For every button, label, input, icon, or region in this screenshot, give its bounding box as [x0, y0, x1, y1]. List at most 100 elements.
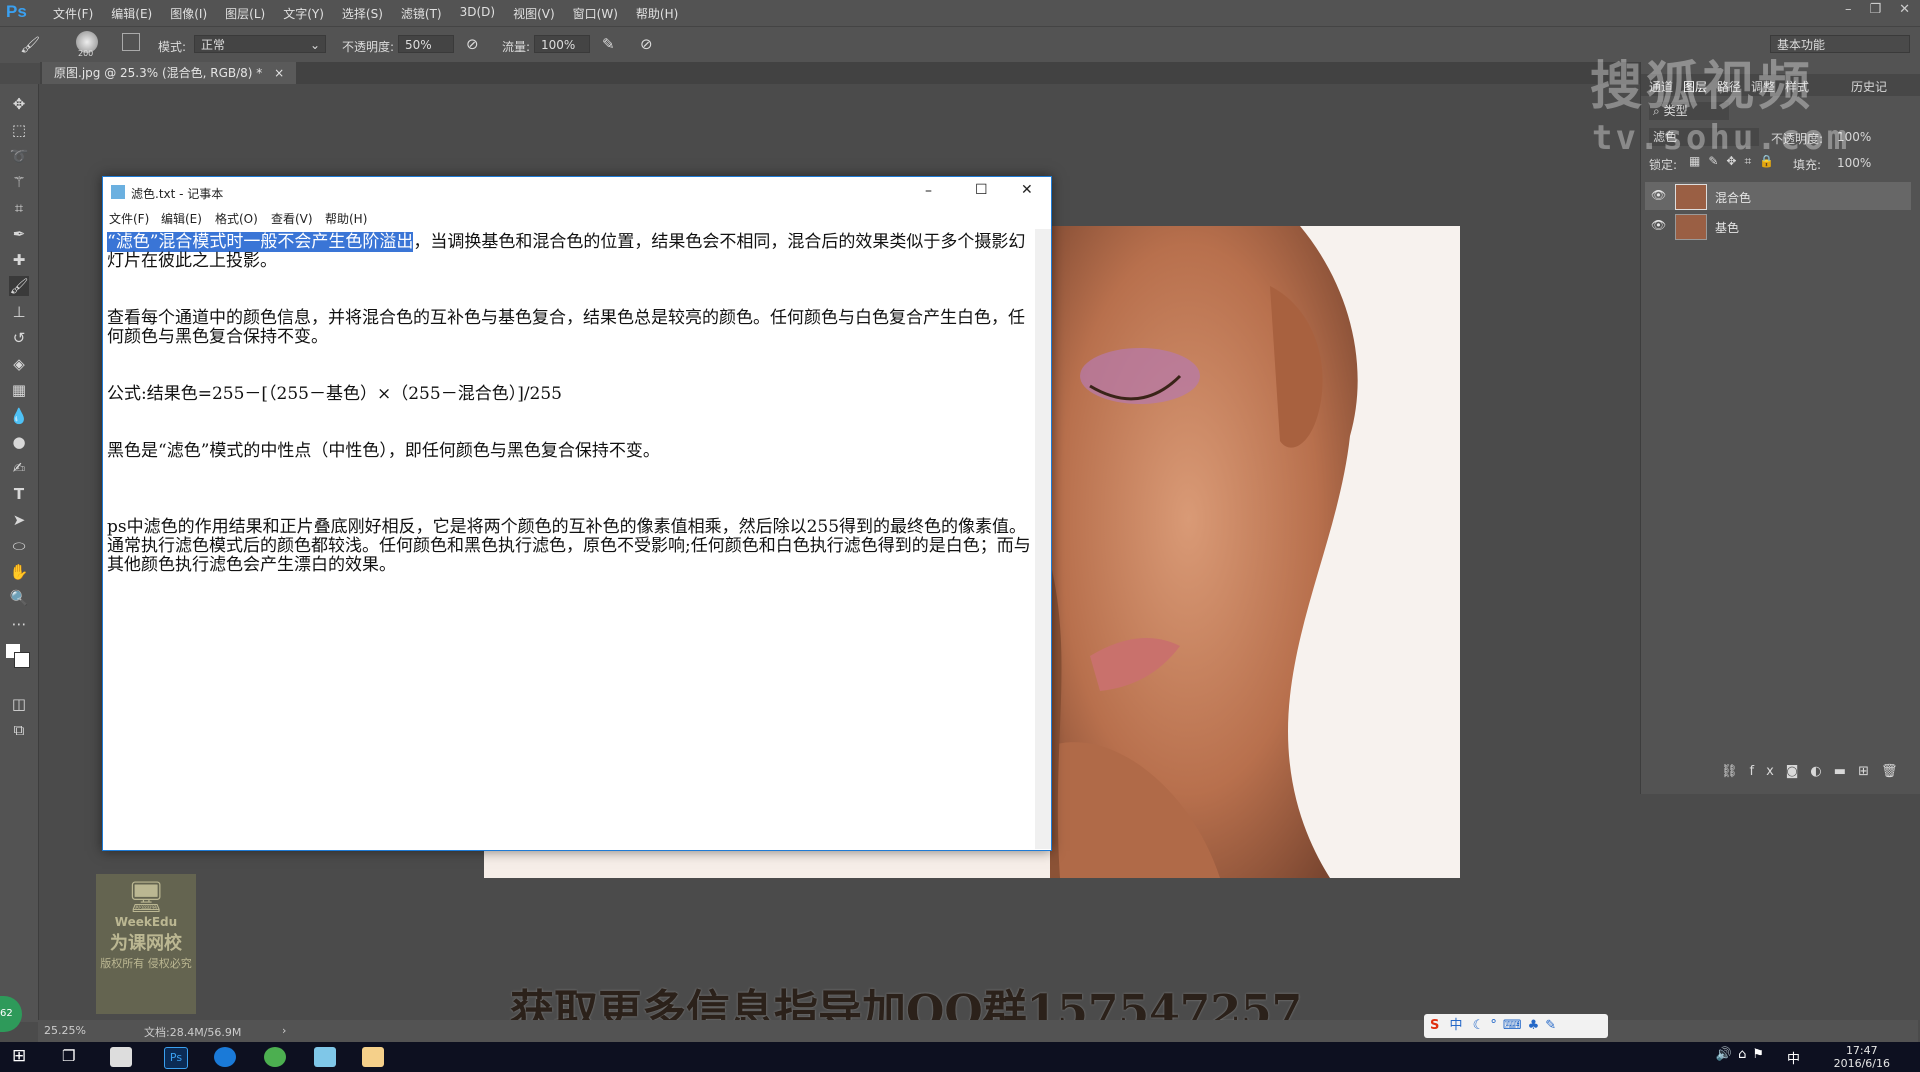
layer-row-blend[interactable]: 👁 混合色: [1645, 182, 1911, 210]
close-icon[interactable]: ✕: [1021, 182, 1033, 198]
menu-file[interactable]: 文件(F): [44, 5, 102, 22]
app-icon-1[interactable]: [110, 1047, 132, 1067]
fx-icon[interactable]: fx: [1750, 764, 1786, 779]
close-tab-icon[interactable]: ×: [274, 66, 284, 80]
notepad-scrollbar[interactable]: [1035, 229, 1051, 849]
healing-brush-tool-icon[interactable]: ✚: [9, 250, 29, 270]
menu-layer[interactable]: 图层(L): [216, 5, 274, 22]
weekedu-watermark: 🖥 WeekEdu 为课网校 版权所有 侵权必究: [96, 874, 196, 1014]
zoom-tool-icon[interactable]: 🔍: [9, 588, 29, 608]
eyedropper-tool-icon[interactable]: ✒: [9, 224, 29, 244]
layer-name: 混合色: [1715, 191, 1752, 205]
brush-tool-icon[interactable]: 🖌: [20, 35, 40, 54]
np-menu-view[interactable]: 查看(V): [271, 210, 313, 227]
link-icon[interactable]: ⛓: [1721, 764, 1750, 779]
marquee-tool-icon[interactable]: ⬚: [9, 120, 29, 140]
app-icon-6[interactable]: [362, 1047, 384, 1067]
document-tab-title: 原图.jpg @ 25.3% (混合色, RGB/8) *: [54, 66, 263, 80]
quick-mask-icon[interactable]: ◫: [9, 694, 29, 714]
rights-2: 侵权必究: [147, 957, 192, 970]
np-menu-format[interactable]: 格式(O): [215, 210, 258, 227]
folder-icon[interactable]: ▬: [1834, 764, 1858, 779]
np-menu-help[interactable]: 帮助(H): [325, 210, 367, 227]
dodge-tool-icon[interactable]: ●: [9, 432, 29, 452]
chrome-icon[interactable]: [264, 1047, 286, 1067]
eraser-tool-icon[interactable]: ◈: [9, 354, 29, 374]
pressure-size-icon[interactable]: ⊘: [640, 35, 653, 53]
sohu-watermark-url: tv.sohu.com: [1592, 118, 1851, 158]
brush-tool-icon[interactable]: 🖌: [9, 276, 29, 296]
task-view-icon[interactable]: ❐: [62, 1047, 75, 1065]
weekedu-name: 为课网校: [110, 933, 182, 954]
skype-icon[interactable]: [214, 1047, 236, 1067]
close-icon[interactable]: ✕: [1899, 2, 1910, 17]
chevron-right-icon[interactable]: ›: [282, 1024, 286, 1037]
menu-type[interactable]: 文字(Y): [274, 5, 333, 22]
hand-tool-icon[interactable]: ✋: [9, 562, 29, 582]
more-tools-icon[interactable]: ⋯: [9, 614, 29, 634]
minimize-icon[interactable]: –: [925, 183, 932, 199]
clone-stamp-tool-icon[interactable]: ⊥: [9, 302, 29, 322]
clock-time: 17:47: [1845, 1044, 1878, 1057]
layer-row-base[interactable]: 👁 基色: [1645, 212, 1911, 240]
history-brush-tool-icon[interactable]: ↺: [9, 328, 29, 348]
restore-icon[interactable]: ❐: [1869, 2, 1881, 17]
fill-value[interactable]: 100%: [1837, 156, 1871, 170]
menu-view[interactable]: 视图(V): [504, 5, 564, 22]
move-tool-icon[interactable]: ✥: [9, 94, 29, 114]
minimize-icon[interactable]: –: [1845, 2, 1852, 17]
trash-icon[interactable]: 🗑: [1881, 764, 1910, 779]
notepad-taskbar-icon[interactable]: [314, 1047, 336, 1067]
eye-icon[interactable]: 👁: [1651, 218, 1666, 232]
menu-edit[interactable]: 编辑(E): [102, 5, 161, 22]
pressure-opacity-icon[interactable]: ⊘: [466, 35, 479, 53]
menu-filter[interactable]: 滤镜(T): [392, 5, 451, 22]
menu-image[interactable]: 图像(I): [161, 5, 216, 22]
gradient-tool-icon[interactable]: ▦: [9, 380, 29, 400]
clock[interactable]: 17:47 2016/6/16: [1834, 1044, 1890, 1070]
new-layer-icon[interactable]: ⊞: [1858, 764, 1881, 779]
paragraph-5: ps中滤色的作用结果和正片叠底刚好相反，它是将两个颜色的互补色的像素值相乘，然后…: [107, 517, 1031, 575]
airbrush-icon[interactable]: ✎: [602, 35, 615, 53]
background-color-swatch[interactable]: [14, 652, 30, 668]
menu-select[interactable]: 选择(S): [333, 5, 392, 22]
taskbar: ⊞ ❐ Ps 17:47 2016/6/16 中 🔊⌂⚑: [0, 1042, 1920, 1072]
maximize-icon[interactable]: ☐: [975, 182, 988, 198]
zoom-level[interactable]: 25.25%: [44, 1024, 86, 1037]
notepad-titlebar: 滤色.txt - 记事本 – ☐ ✕: [103, 177, 1051, 207]
brush-panel-icon[interactable]: [122, 33, 140, 51]
notepad-text-area[interactable]: “滤色”混合模式时一般不会产生色阶溢出，当调换基色和混合色的位置，结果色会不相同…: [107, 229, 1031, 845]
pen-tool-icon[interactable]: ✍: [9, 458, 29, 478]
screen-mode-icon[interactable]: ⧉: [9, 720, 29, 740]
notepad-icon: [111, 185, 125, 199]
ime-toolbar[interactable]: S 中 ☾°⌨♣✎: [1424, 1014, 1608, 1038]
tab-history[interactable]: 历史记: [1851, 78, 1887, 95]
mode-select[interactable]: 正常 ⌄: [194, 35, 326, 53]
opacity-input[interactable]: 50%: [398, 35, 454, 53]
windows-start-icon[interactable]: ⊞: [12, 1046, 26, 1066]
selected-text: “滤色”混合模式时一般不会产生色阶溢出: [107, 232, 414, 252]
adjustment-icon[interactable]: ◐: [1810, 764, 1833, 779]
ime-indicator[interactable]: 中: [1787, 1048, 1800, 1067]
blur-tool-icon[interactable]: 💧: [9, 406, 29, 426]
path-selection-tool-icon[interactable]: ➤: [9, 510, 29, 530]
type-tool-icon[interactable]: T: [9, 484, 29, 504]
mask-icon[interactable]: ◙: [1786, 764, 1811, 779]
menu-help[interactable]: 帮助(H): [627, 5, 687, 22]
photoshop-taskbar-icon[interactable]: Ps: [164, 1047, 188, 1069]
shape-tool-icon[interactable]: ⬭: [9, 536, 29, 556]
np-menu-edit[interactable]: 编辑(E): [161, 210, 202, 227]
document-tab[interactable]: 原图.jpg @ 25.3% (混合色, RGB/8) * ×: [42, 62, 297, 84]
np-menu-file[interactable]: 文件(F): [109, 210, 149, 227]
crop-tool-icon[interactable]: ⌗: [9, 198, 29, 218]
tray-icons[interactable]: 🔊⌂⚑: [1716, 1047, 1770, 1062]
menu-window[interactable]: 窗口(W): [564, 5, 627, 22]
paragraph-3: 公式:结果色=255－[（255－基色）×（255－混合色）]/255: [107, 384, 562, 404]
paragraph-2: 查看每个通道中的颜色信息，并将混合色的互补色与基色复合，结果色总是较亮的颜色。任…: [107, 308, 1025, 347]
lasso-tool-icon[interactable]: ➰: [9, 146, 29, 166]
flow-input[interactable]: 100%: [534, 35, 590, 53]
magic-wand-tool-icon[interactable]: ⚚: [9, 172, 29, 192]
menu-3d[interactable]: 3D(D): [451, 5, 504, 22]
eye-icon[interactable]: 👁: [1651, 188, 1666, 202]
flow-label: 流量:: [502, 40, 531, 54]
